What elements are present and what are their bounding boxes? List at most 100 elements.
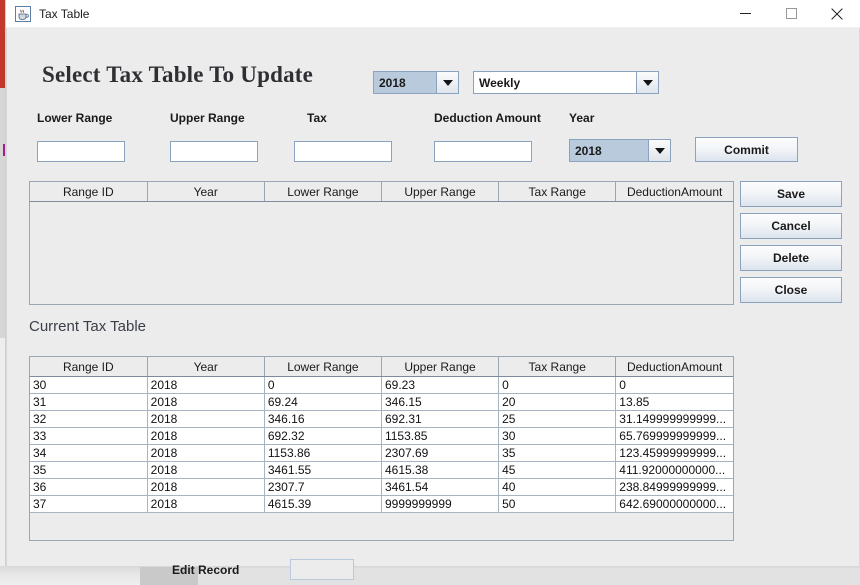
- year-select-top[interactable]: 2018: [373, 71, 459, 94]
- column-header[interactable]: Upper Range: [381, 182, 500, 202]
- table-cell[interactable]: 411.92000000000...: [615, 461, 733, 479]
- table-cell[interactable]: 2307.69: [381, 444, 500, 462]
- table-cell[interactable]: 4615.39: [264, 495, 382, 513]
- table-cell[interactable]: 2018: [147, 461, 265, 479]
- column-header[interactable]: DeductionAmount: [615, 182, 733, 202]
- table-cell[interactable]: 692.32: [264, 427, 382, 445]
- lower-range-input[interactable]: [37, 141, 125, 162]
- table-cell[interactable]: 30: [498, 427, 617, 445]
- column-header[interactable]: Tax Range: [498, 182, 617, 202]
- table-cell[interactable]: 346.15: [381, 393, 500, 411]
- table-cell[interactable]: 32: [30, 410, 148, 428]
- table-cell[interactable]: 20: [498, 393, 617, 411]
- minimize-icon: [739, 13, 751, 14]
- table-cell[interactable]: 346.16: [264, 410, 382, 428]
- commit-button[interactable]: Commit: [695, 137, 798, 162]
- table-cell[interactable]: 69.23: [381, 376, 500, 394]
- table-row[interactable]: 34 2018 1153.86 2307.69 35 123.45999999999...: [30, 444, 733, 462]
- cancel-button[interactable]: Cancel: [740, 213, 842, 239]
- table-cell[interactable]: 4615.38: [381, 461, 500, 479]
- table-cell[interactable]: 65.769999999999...: [615, 427, 733, 445]
- label-year: Year: [569, 111, 595, 125]
- column-header[interactable]: Tax Range: [498, 357, 617, 377]
- table-cell[interactable]: 2018: [147, 478, 265, 496]
- table-cell[interactable]: 30: [30, 376, 148, 394]
- save-button[interactable]: Save: [740, 181, 842, 207]
- table-row[interactable]: 33 2018 692.32 1153.85 30 65.769999999999...: [30, 427, 733, 445]
- table-row[interactable]: 35 2018 3461.55 4615.38 45 411.92000000000...: [30, 461, 733, 479]
- table-cell[interactable]: 37: [30, 495, 148, 513]
- table-cell[interactable]: 3461.55: [264, 461, 382, 479]
- delete-button[interactable]: Delete: [740, 245, 842, 271]
- table-cell[interactable]: 123.45999999999...: [615, 444, 733, 462]
- period-select-value: Weekly: [474, 72, 636, 93]
- table-cell[interactable]: 2018: [147, 444, 265, 462]
- table-cell[interactable]: 13.85: [615, 393, 733, 411]
- table-cell[interactable]: 35: [30, 461, 148, 479]
- current-tax-table-header-row: Range ID Year Lower Range Upper Range Tax Ra…: [30, 357, 733, 377]
- year-select-top-value: 2018: [374, 72, 436, 93]
- label-upper-range: Upper Range: [170, 111, 245, 125]
- table-cell[interactable]: 69.24: [264, 393, 382, 411]
- table-row[interactable]: 32 2018 346.16 692.31 25 31.149999999999...: [30, 410, 733, 428]
- table-cell[interactable]: 1153.85: [381, 427, 500, 445]
- window-title: Tax Table: [39, 6, 90, 21]
- table-cell[interactable]: 2018: [147, 427, 265, 445]
- chevron-down-icon: [648, 140, 670, 161]
- deduction-amount-input[interactable]: [434, 141, 532, 162]
- column-header[interactable]: Range ID: [30, 182, 148, 202]
- table-cell[interactable]: 9999999999: [381, 495, 500, 513]
- upper-range-input[interactable]: [170, 141, 258, 162]
- table-cell[interactable]: 2018: [147, 393, 265, 411]
- table-cell[interactable]: 0: [498, 376, 617, 394]
- maximize-button[interactable]: [768, 0, 814, 27]
- table-cell[interactable]: 35: [498, 444, 617, 462]
- table-cell[interactable]: 0: [264, 376, 382, 394]
- table-cell[interactable]: 1153.86: [264, 444, 382, 462]
- table-row[interactable]: 36 2018 2307.7 3461.54 40 238.84999999999...: [30, 478, 733, 496]
- table-cell[interactable]: 642.69000000000...: [615, 495, 733, 513]
- table-cell[interactable]: 3461.54: [381, 478, 500, 496]
- year-select-form[interactable]: 2018: [569, 139, 671, 162]
- column-header[interactable]: Year: [147, 357, 265, 377]
- table-cell[interactable]: 2018: [147, 495, 265, 513]
- tax-input[interactable]: [294, 141, 392, 162]
- column-header[interactable]: DeductionAmount: [615, 357, 733, 377]
- column-header[interactable]: Upper Range: [381, 357, 500, 377]
- close-button[interactable]: [814, 0, 860, 27]
- column-header[interactable]: Year: [147, 182, 265, 202]
- table-cell[interactable]: 25: [498, 410, 617, 428]
- table-cell[interactable]: 36: [30, 478, 148, 496]
- edit-tax-table-grid: Range ID Year Lower Range Upper Range Tax Ra…: [30, 182, 733, 202]
- table-cell[interactable]: 2018: [147, 410, 265, 428]
- table-cell[interactable]: 45: [498, 461, 617, 479]
- table-cell[interactable]: 0: [615, 376, 733, 394]
- current-tax-table-body: 30 2018 0 69.23 0 0 31 2018 69.24 346.15 20 13.85 32…: [30, 376, 733, 513]
- table-cell[interactable]: 34: [30, 444, 148, 462]
- table-row[interactable]: 37 2018 4615.39 9999999999 50 642.69000000000…: [30, 495, 733, 513]
- edit-record-input[interactable]: [290, 559, 354, 580]
- table-cell[interactable]: 33: [30, 427, 148, 445]
- column-header[interactable]: Range ID: [30, 357, 148, 377]
- edit-tax-table[interactable]: Range ID Year Lower Range Upper Range Tax Ra…: [29, 181, 734, 305]
- column-header[interactable]: Lower Range: [264, 182, 382, 202]
- table-cell[interactable]: 31.149999999999...: [615, 410, 733, 428]
- chevron-down-icon: [436, 72, 458, 93]
- table-cell[interactable]: 50: [498, 495, 617, 513]
- current-tax-table[interactable]: Range ID Year Lower Range Upper Range Tax Ra…: [29, 356, 734, 541]
- column-header[interactable]: Lower Range: [264, 357, 382, 377]
- tax-table-window: Tax Table Select Tax Table To Update 201…: [5, 0, 860, 580]
- table-row[interactable]: 30 2018 0 69.23 0 0: [30, 376, 733, 394]
- current-tax-table-caption: Current Tax Table: [29, 318, 147, 335]
- table-row[interactable]: 31 2018 69.24 346.15 20 13.85: [30, 393, 733, 411]
- table-cell[interactable]: 31: [30, 393, 148, 411]
- table-cell[interactable]: 2018: [147, 376, 265, 394]
- table-cell[interactable]: 692.31: [381, 410, 500, 428]
- minimize-button[interactable]: [722, 0, 768, 27]
- table-cell[interactable]: 2307.7: [264, 478, 382, 496]
- close-window-button[interactable]: Close: [740, 277, 842, 303]
- table-cell[interactable]: 238.84999999999...: [615, 478, 733, 496]
- table-cell[interactable]: 40: [498, 478, 617, 496]
- period-select[interactable]: Weekly: [473, 71, 659, 94]
- screen: Tax Table Select Tax Table To Update 201…: [0, 0, 860, 585]
